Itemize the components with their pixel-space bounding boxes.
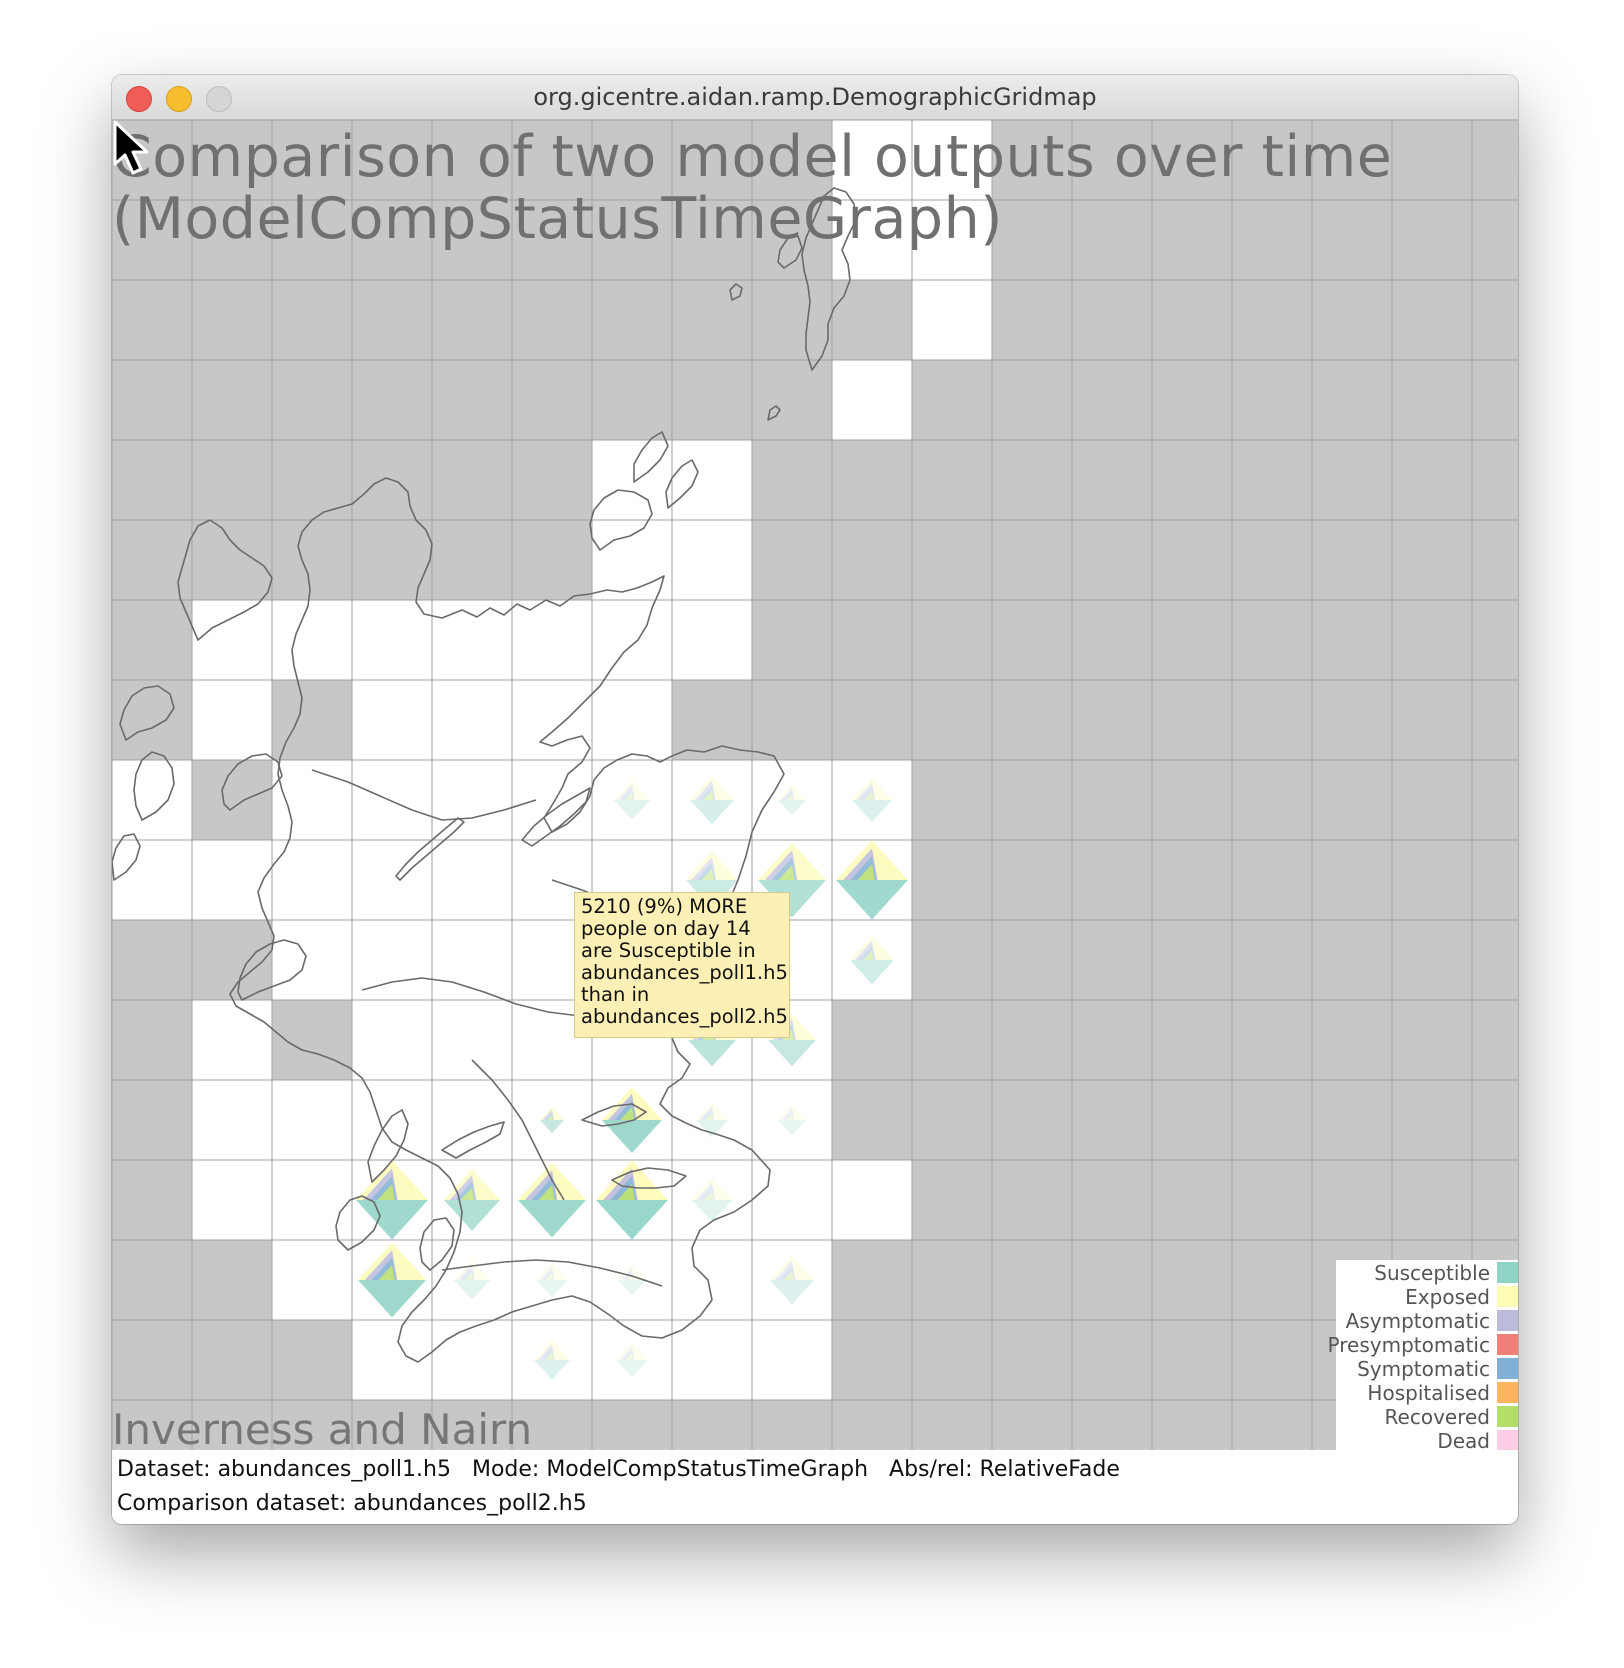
legend-item-dead: Dead [1336, 1428, 1518, 1450]
mode-value: ModelCompStatusTimeGraph [546, 1457, 869, 1482]
grid-cell[interactable] [672, 1240, 752, 1320]
comparison-value: abundances_poll2.h5 [353, 1491, 587, 1516]
grid-cell[interactable] [752, 1320, 832, 1400]
grid-cell[interactable] [432, 840, 512, 920]
legend-label: Recovered [1384, 1405, 1490, 1429]
cell-tooltip: 5210 (9%) MORE people on day 14 are Susc… [574, 892, 790, 1038]
tooltip-line: abundances_poll2.h5 [581, 1005, 788, 1028]
tooltip-line: than in [581, 983, 650, 1006]
legend-swatch [1497, 1262, 1518, 1283]
legend-swatch [1497, 1406, 1518, 1427]
tooltip-line: abundances_poll1.h5 [581, 961, 788, 984]
absrel-value: RelativeFade [979, 1457, 1120, 1482]
dataset-label: Dataset: [117, 1457, 211, 1482]
legend-swatch [1497, 1286, 1518, 1307]
legend-item-exposed: Exposed [1336, 1284, 1518, 1309]
legend-swatch [1497, 1430, 1518, 1450]
grid-cell[interactable] [272, 1080, 352, 1160]
grid-cell[interactable] [192, 840, 272, 920]
absrel-label: Abs/rel: [889, 1457, 973, 1482]
legend-label: Symptomatic [1357, 1357, 1490, 1381]
mouse-pointer-icon [113, 120, 149, 175]
grid-cell[interactable] [432, 1320, 512, 1400]
grid-cell[interactable] [352, 1080, 432, 1160]
grid-cell[interactable] [192, 1160, 272, 1240]
view-heading: Comparison of two model outputs over tim… [112, 126, 1392, 250]
grid-cell[interactable] [832, 1160, 912, 1240]
legend-item-symptomatic: Symptomatic [1336, 1356, 1518, 1381]
dataset-value: abundances_poll1.h5 [217, 1457, 451, 1482]
grid-cell[interactable] [352, 920, 432, 1000]
status-line-dataset: Dataset: abundances_poll1.h5 Mode: Model… [117, 1457, 1120, 1482]
status-bar: Dataset: abundances_poll1.h5 Mode: Model… [112, 1451, 1518, 1524]
gridmap[interactable] [112, 120, 1518, 1450]
grid-cell[interactable] [192, 1000, 272, 1080]
mode-label: Mode: [471, 1457, 540, 1482]
legend-swatch [1497, 1358, 1518, 1379]
grid-cell[interactable] [432, 600, 512, 680]
legend-label: Exposed [1405, 1285, 1490, 1309]
grid-cell[interactable] [272, 920, 352, 1000]
legend-label: Presymptomatic [1327, 1333, 1490, 1357]
status-line-comparison: Comparison dataset: abundances_poll2.h5 [117, 1491, 587, 1516]
tooltip-line: are Susceptible in [581, 939, 756, 962]
grid-cell[interactable] [352, 680, 432, 760]
grid-cell[interactable] [592, 440, 672, 520]
legend-item-recovered: Recovered [1336, 1404, 1518, 1429]
grid-cell[interactable] [192, 600, 272, 680]
grid-cell[interactable] [592, 680, 672, 760]
legend-swatch [1497, 1334, 1518, 1355]
grid-cell[interactable] [272, 1160, 352, 1240]
grid-cell[interactable] [272, 600, 352, 680]
grid-cell[interactable] [272, 760, 352, 840]
app-window: org.gicentre.aidan.ramp.DemographicGridm… [112, 75, 1518, 1524]
grid-cell[interactable] [352, 840, 432, 920]
legend-swatch [1497, 1310, 1518, 1331]
grid-cell[interactable] [512, 600, 592, 680]
grid-cell[interactable] [672, 1320, 752, 1400]
grid-cell[interactable] [352, 760, 432, 840]
grid-cell[interactable] [672, 520, 752, 600]
legend-label: Asymptomatic [1345, 1309, 1490, 1333]
coastline-shetland-foula [729, 283, 743, 301]
legend-label: Hospitalised [1367, 1381, 1490, 1405]
grid-cell[interactable] [112, 840, 192, 920]
grid-cell[interactable] [512, 760, 592, 840]
grid-cell[interactable] [192, 1080, 272, 1160]
grid-cell[interactable] [592, 600, 672, 680]
status-legend: Susceptible Exposed Asymptomatic Presymp… [1328, 1260, 1518, 1450]
gridmap-canvas[interactable]: Comparison of two model outputs over tim… [112, 120, 1518, 1450]
grid-cell[interactable] [752, 1160, 832, 1240]
grid-cell[interactable] [672, 600, 752, 680]
grid-cell[interactable] [272, 1240, 352, 1320]
legend-label: Dead [1437, 1429, 1490, 1450]
coastline-fair-isle [767, 405, 781, 421]
view-heading-line1: Comparison of two model outputs over tim… [112, 124, 1393, 190]
grid-cell[interactable] [912, 280, 992, 360]
legend-item-asymptomatic: Asymptomatic [1336, 1308, 1518, 1333]
tooltip-line: 5210 (9%) MORE [581, 895, 748, 918]
legend-item-hospitalised: Hospitalised [1336, 1380, 1518, 1405]
grid-cell[interactable] [112, 760, 192, 840]
legend-item-presymptomatic: Presymptomatic [1328, 1332, 1518, 1357]
comparison-label: Comparison dataset: [117, 1491, 347, 1516]
legend-item-susceptible: Susceptible [1336, 1260, 1518, 1285]
tooltip-line: people on day 14 [581, 917, 751, 940]
grid-cell[interactable] [512, 680, 592, 760]
view-heading-line2: (ModelCompStatusTimeGraph) [112, 186, 1003, 252]
title-bar[interactable]: org.gicentre.aidan.ramp.DemographicGridm… [112, 75, 1518, 120]
grid-cell[interactable] [832, 360, 912, 440]
selected-area-label: Inverness and Nairn [112, 1405, 533, 1450]
grid-cell[interactable] [432, 760, 512, 840]
coastline-west-islands-1 [119, 685, 175, 741]
grid-cell[interactable] [672, 440, 752, 520]
grid-cell[interactable] [352, 600, 432, 680]
window-title: org.gicentre.aidan.ramp.DemographicGridm… [533, 83, 1097, 111]
legend-label: Susceptible [1374, 1261, 1490, 1285]
grid-cell[interactable] [432, 680, 512, 760]
legend-swatch [1497, 1382, 1518, 1403]
grid-cell[interactable] [192, 680, 272, 760]
grid-cell[interactable] [352, 1000, 432, 1080]
grid-cell[interactable] [432, 1000, 512, 1080]
